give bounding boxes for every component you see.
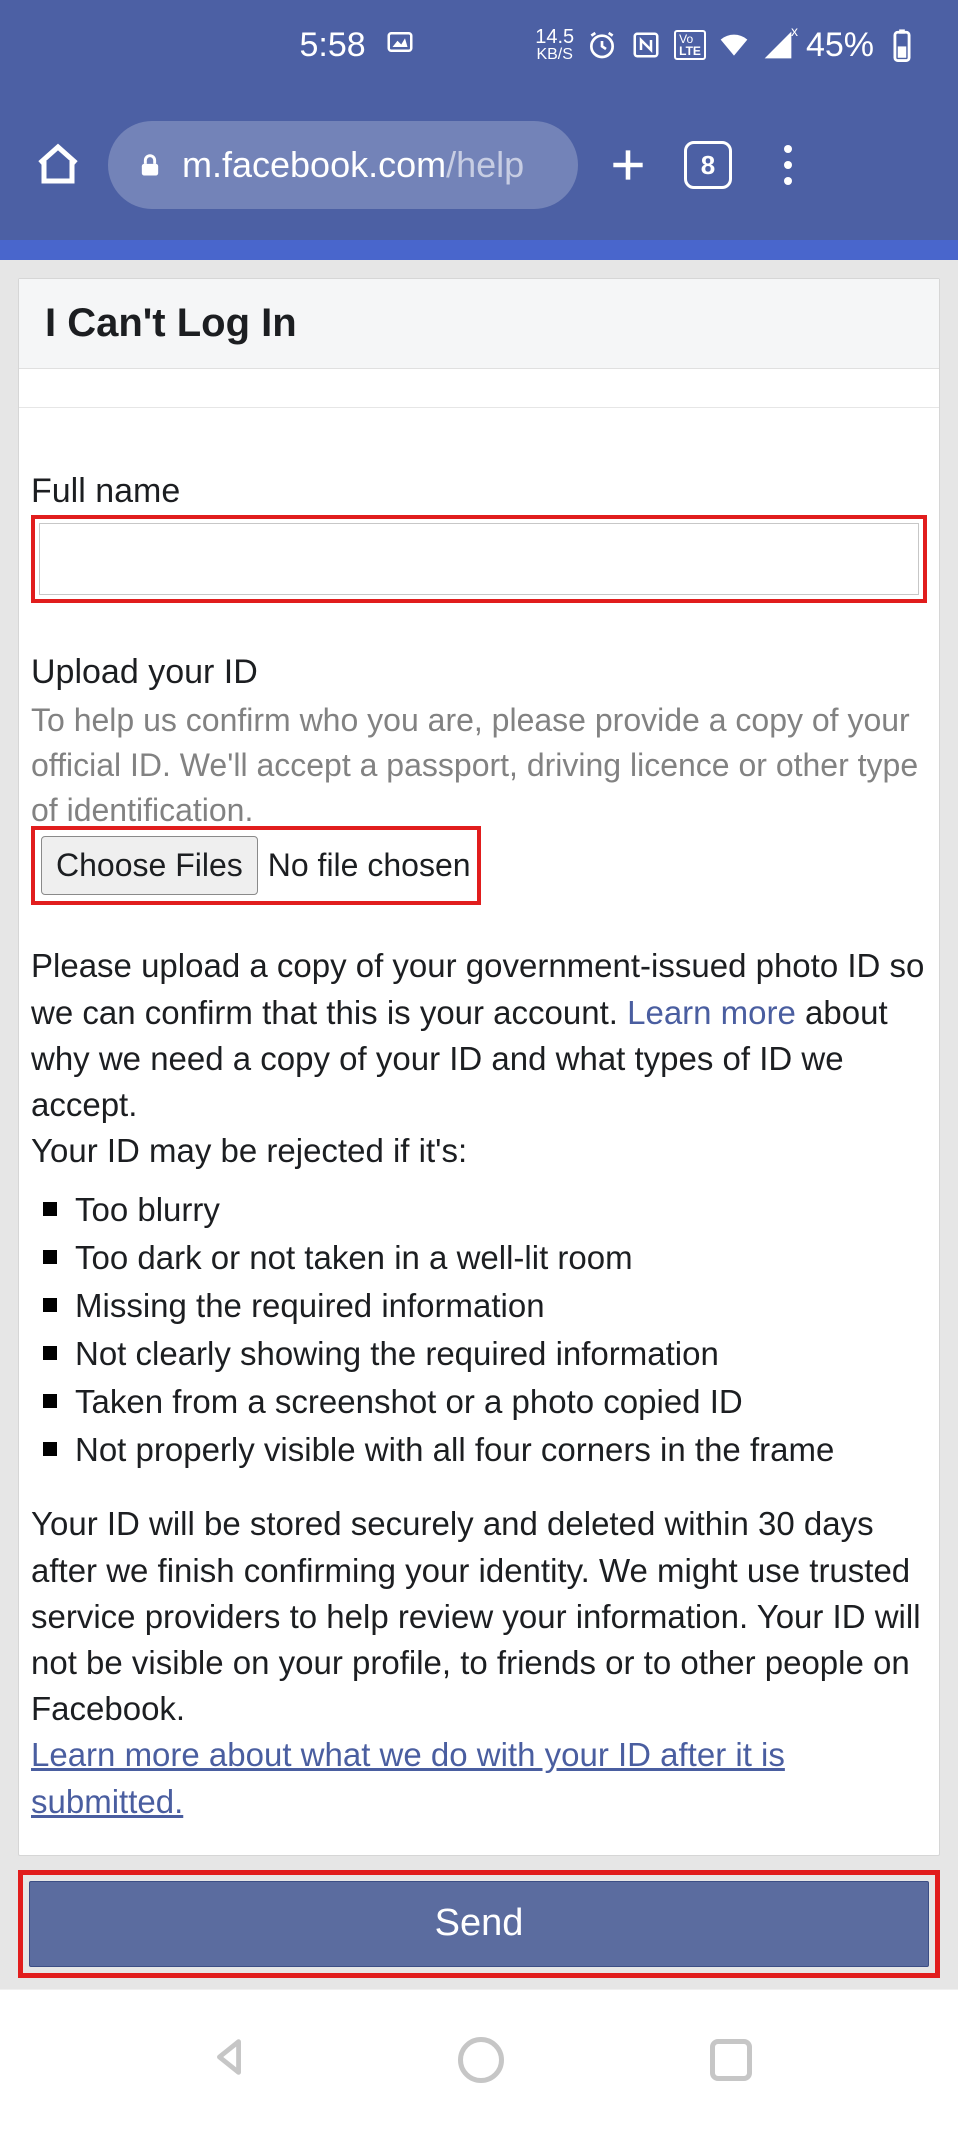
nav-recents-button[interactable] (710, 2039, 752, 2081)
help-card: I Can't Log In Full name Upload your ID … (18, 278, 940, 1856)
volte-icon: Vo LTE (674, 29, 706, 61)
upload-id-label: Upload your ID (31, 653, 927, 692)
list-item: Not properly visible with all four corne… (37, 1426, 927, 1474)
highlight-send: Send (18, 1870, 940, 1978)
send-section: Send (18, 1856, 940, 1994)
circle-icon (458, 2037, 504, 2083)
tab-count-badge: 8 (684, 141, 732, 189)
nav-back-button[interactable] (206, 2034, 252, 2085)
learn-more-link[interactable]: Learn more (627, 994, 796, 1031)
list-item: Missing the required information (37, 1282, 927, 1330)
upload-instructions: Please upload a copy of your government-… (31, 943, 927, 1174)
card-header: I Can't Log In (19, 279, 939, 369)
choose-files-button[interactable]: Choose Files (41, 836, 258, 895)
list-item: Not clearly showing the required informa… (37, 1330, 927, 1378)
upload-id-helper: To help us confirm who you are, please p… (31, 698, 927, 832)
browser-menu-button[interactable] (758, 135, 818, 195)
signal-icon: x (762, 29, 794, 61)
network-speed-icon: 14.5 KB/S (535, 27, 574, 63)
list-item: Too dark or not taken in a well-lit room (37, 1234, 927, 1282)
battery-icon (886, 29, 918, 61)
new-tab-button[interactable] (598, 135, 658, 195)
rejected-intro: Your ID may be rejected if it's: (31, 1132, 467, 1169)
list-item: Too blurry (37, 1186, 927, 1234)
file-status-text: No file chosen (268, 847, 471, 884)
page-title: I Can't Log In (45, 301, 913, 346)
url-text: m.facebook.com/help (182, 144, 524, 186)
highlight-fullname (31, 515, 927, 603)
lock-icon (136, 151, 164, 179)
browser-toolbar: m.facebook.com/help 8 (0, 90, 958, 240)
storage-paragraph: Your ID will be stored securely and dele… (31, 1501, 927, 1732)
page-body: I Can't Log In Full name Upload your ID … (0, 260, 958, 1994)
android-nav-bar (0, 1989, 958, 2129)
form-body: Full name Upload your ID To help us conf… (19, 408, 939, 1855)
list-item: Taken from a screenshot or a photo copie… (37, 1378, 927, 1426)
highlight-fileinput: Choose Files No file chosen (31, 826, 481, 905)
full-name-label: Full name (31, 472, 927, 511)
file-input-row: Choose Files No file chosen (35, 830, 477, 901)
nfc-icon (630, 29, 662, 61)
status-left: 5:58 (40, 26, 535, 65)
tabs-button[interactable]: 8 (678, 135, 738, 195)
facebook-header-strip (0, 240, 958, 260)
learn-more-id-link[interactable]: Learn more about what we do with your ID… (31, 1736, 785, 1819)
square-icon (710, 2039, 752, 2081)
wifi-icon (718, 29, 750, 61)
status-time: 5:58 (300, 26, 366, 65)
alarm-icon (586, 29, 618, 61)
nav-home-button[interactable] (458, 2037, 504, 2083)
battery-percentage: 45% (806, 26, 874, 65)
kebab-icon (784, 145, 792, 185)
rejection-reasons-list: Too blurry Too dark or not taken in a we… (37, 1186, 927, 1473)
full-name-input[interactable] (39, 523, 919, 595)
status-right: 14.5 KB/S Vo LTE x 45% (535, 26, 918, 65)
browser-home-button[interactable] (28, 135, 88, 195)
screenshot-icon (384, 26, 416, 58)
url-bar[interactable]: m.facebook.com/help (108, 121, 578, 209)
send-button[interactable]: Send (29, 1881, 929, 1967)
android-status-bar: 5:58 14.5 KB/S Vo LTE x 45% (0, 0, 958, 90)
